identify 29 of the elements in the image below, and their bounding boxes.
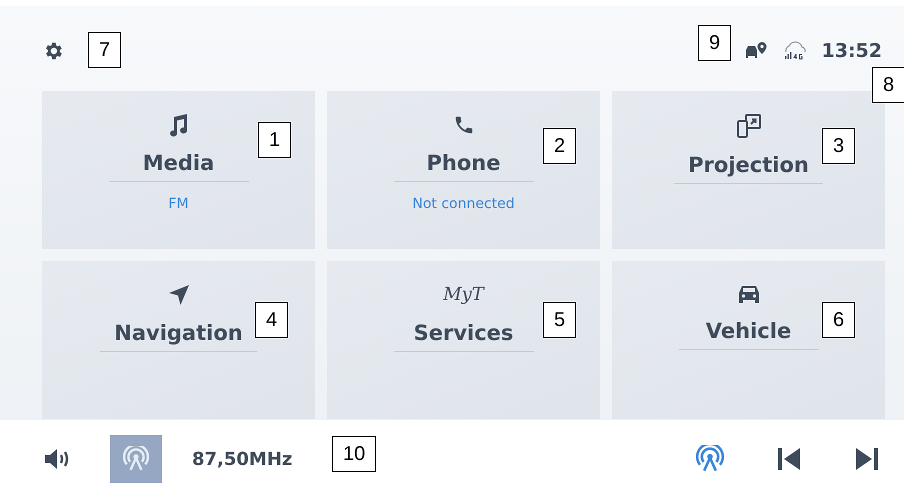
tile-status: Not connected xyxy=(412,196,515,212)
annotation-number: 3 xyxy=(822,128,856,164)
annotation-number: 9 xyxy=(698,25,732,61)
tile-title: Phone xyxy=(394,151,534,182)
annotation-number: 7 xyxy=(88,32,122,68)
tile-title: Vehicle xyxy=(678,319,818,350)
annotation-number: 10 xyxy=(332,436,376,472)
annotation-number: 8 xyxy=(872,67,904,103)
radio-antenna-icon xyxy=(123,446,149,472)
tile-title: Services xyxy=(394,321,534,352)
music-note-icon xyxy=(168,113,188,137)
annotation-number: 6 xyxy=(822,302,856,338)
radio-frequency: 87,50MHz xyxy=(192,448,292,470)
car-location-icon xyxy=(744,41,768,61)
car-icon xyxy=(736,283,760,305)
annotation-number: 2 xyxy=(543,128,576,164)
screen-projection-icon xyxy=(736,113,762,139)
service-logo: MyT xyxy=(443,283,484,307)
clock: 13:52 xyxy=(822,40,882,62)
annotation-number: 4 xyxy=(255,302,288,338)
previous-track-icon[interactable] xyxy=(776,446,802,472)
tile-status: FM xyxy=(168,196,189,212)
navigation-arrow-icon xyxy=(166,283,190,307)
annotation-number: 1 xyxy=(258,122,292,158)
tile-title: Media xyxy=(108,151,248,182)
radio-antenna-icon[interactable] xyxy=(696,445,724,473)
annotation-number: 5 xyxy=(543,302,576,338)
radio-source-button[interactable] xyxy=(110,435,162,483)
next-track-icon[interactable] xyxy=(854,446,880,472)
